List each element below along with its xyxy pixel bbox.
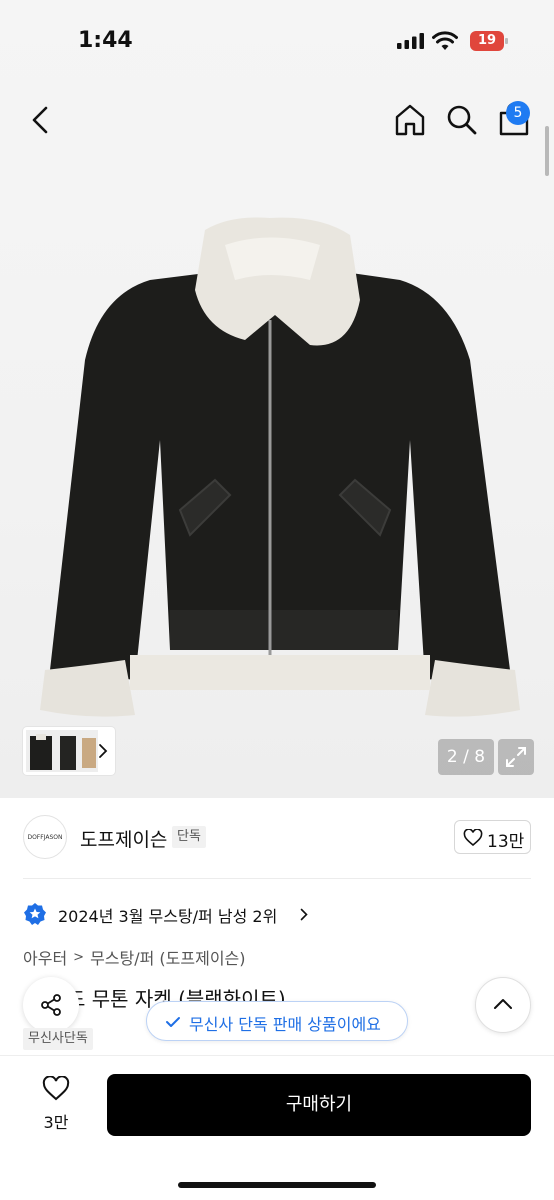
- cart-count-badge: 5: [506, 101, 530, 125]
- bottom-action-bar: 3만 구매하기: [0, 1055, 554, 1200]
- wishlist-count: 3만: [43, 1113, 69, 1132]
- chevron-right-icon[interactable]: [299, 908, 309, 921]
- share-button[interactable]: [23, 977, 79, 1033]
- check-icon: [166, 1017, 180, 1027]
- scrollbar[interactable]: [545, 126, 549, 176]
- product-image-jacket: [40, 217, 520, 717]
- share-icon: [41, 994, 61, 1016]
- battery-icon: 19: [470, 31, 508, 51]
- ranking-badge-icon: [24, 903, 46, 925]
- chevron-right-icon[interactable]: [96, 742, 110, 760]
- exclusive-badge: 단독: [172, 826, 206, 848]
- heart-icon: [463, 829, 483, 847]
- chevron-up-icon: [494, 999, 512, 1009]
- breadcrumb: 아우터 > 무스탕/퍼 (도프제이슨): [23, 945, 246, 969]
- ranking-link[interactable]: 2024년 3월 무스탕/퍼 남성 2위: [23, 900, 523, 928]
- brand-like-button[interactable]: 13만: [454, 820, 531, 854]
- status-time: 1:44: [78, 28, 133, 53]
- breadcrumb-separator: >: [73, 949, 85, 965]
- buy-button[interactable]: 구매하기: [107, 1074, 531, 1136]
- heart-icon[interactable]: [42, 1076, 70, 1102]
- brand-like-count: 13만: [487, 832, 525, 852]
- search-icon[interactable]: [442, 100, 482, 140]
- cellular-signal-icon: [397, 33, 424, 49]
- wifi-icon: [432, 31, 458, 50]
- home-icon[interactable]: [390, 100, 430, 140]
- exclusive-toast: 무신사 단독 판매 상품이에요: [146, 1001, 408, 1041]
- brand-row: DOFFJASON 도프제이슨 단독 13만: [0, 810, 554, 870]
- home-indicator: [178, 1182, 376, 1188]
- image-counter: 2 / 8: [438, 739, 494, 775]
- toast-text: 무신사 단독 판매 상품이에요: [189, 1015, 381, 1034]
- brand-name[interactable]: 도프제이슨: [80, 825, 167, 852]
- scroll-top-button[interactable]: [475, 977, 531, 1033]
- status-bar: 1:44 19: [0, 0, 554, 80]
- back-icon[interactable]: [22, 100, 60, 140]
- brand-logo[interactable]: DOFFJASON: [23, 815, 67, 859]
- breadcrumb-category[interactable]: 아우터: [23, 945, 67, 969]
- exclusive-tag: 무신사단독: [23, 1028, 93, 1050]
- battery-level: 19: [477, 33, 497, 48]
- expand-icon[interactable]: [498, 739, 534, 775]
- thumbnail-image[interactable]: [26, 730, 98, 772]
- divider: [23, 878, 531, 879]
- ranking-text[interactable]: 2024년 3월 무스탕/퍼 남성 2위: [58, 903, 277, 927]
- breadcrumb-subcategory[interactable]: 무스탕/퍼 (도프제이슨): [90, 945, 245, 969]
- product-image-gallery[interactable]: 1:44 19 5 2 / 8: [0, 0, 554, 798]
